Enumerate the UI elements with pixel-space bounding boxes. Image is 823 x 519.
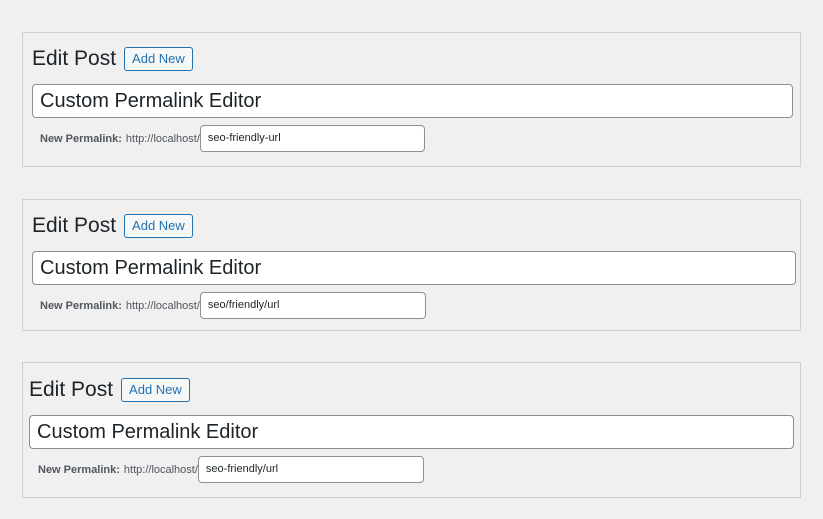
post-title-input[interactable]: Custom Permalink Editor (29, 415, 794, 449)
edit-post-panel-2: Edit Post Add New Custom Permalink Edito… (22, 199, 801, 331)
permalink-label: New Permalink: (38, 463, 120, 476)
permalink-slug-input[interactable]: seo-friendly/url (197, 456, 424, 483)
permalink-slug-input[interactable]: seo-friendly-url (199, 125, 425, 152)
permalink-base-url: http://localhost/ (123, 463, 198, 476)
add-new-button[interactable]: Add New (124, 214, 193, 238)
permalink-base-url: http://localhost/ (125, 132, 200, 145)
panel-header: Edit Post Add New (32, 214, 193, 238)
add-new-button[interactable]: Add New (121, 378, 190, 402)
permalink-row: New Permalink: http://localhost/ seo-fri… (38, 456, 424, 483)
page-title: Edit Post (32, 214, 117, 237)
permalink-row: New Permalink: http://localhost/ seo-fri… (40, 125, 425, 152)
post-title-input[interactable]: Custom Permalink Editor (32, 251, 796, 285)
edit-post-panel-1: Edit Post Add New Custom Permalink Edito… (22, 32, 801, 167)
permalink-label: New Permalink: (40, 299, 122, 312)
post-title-input[interactable]: Custom Permalink Editor (32, 84, 793, 118)
panel-header: Edit Post Add New (32, 47, 193, 71)
page-title: Edit Post (29, 378, 114, 401)
permalink-row: New Permalink: http://localhost/ seo/fri… (40, 292, 426, 319)
permalink-label: New Permalink: (40, 132, 122, 145)
add-new-button[interactable]: Add New (124, 47, 193, 71)
permalink-base-url: http://localhost/ (125, 299, 200, 312)
edit-post-panel-3: Edit Post Add New Custom Permalink Edito… (22, 362, 801, 498)
permalink-slug-input[interactable]: seo/friendly/url (199, 292, 426, 319)
page-title: Edit Post (32, 47, 117, 70)
panel-header: Edit Post Add New (29, 378, 190, 402)
